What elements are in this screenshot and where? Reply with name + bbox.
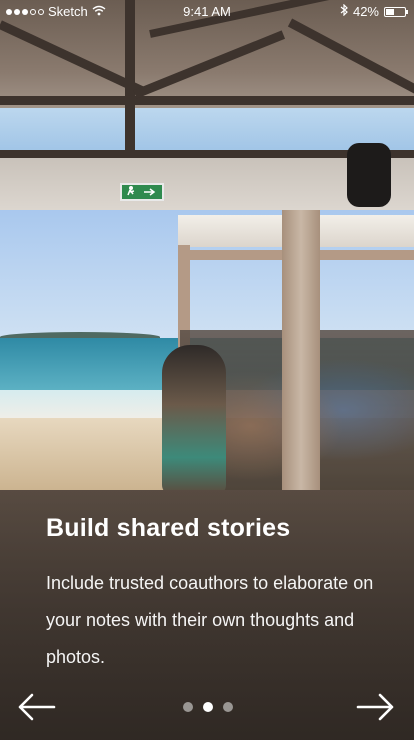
battery-percent: 42% <box>352 4 379 19</box>
arrow-right-icon <box>356 693 394 721</box>
page-dot[interactable] <box>183 702 193 712</box>
arrow-left-icon <box>18 693 56 721</box>
onboarding-title: Build shared stories <box>46 514 291 542</box>
roof-beam <box>0 96 414 105</box>
page-dot[interactable] <box>223 702 233 712</box>
status-bar: Sketch 9:41 AM 42% <box>0 0 414 22</box>
background-traveler <box>162 345 226 495</box>
page-dot[interactable] <box>203 702 213 712</box>
exit-sign-icon <box>120 183 164 201</box>
battery-icon <box>384 6 408 17</box>
next-button[interactable] <box>356 690 396 724</box>
onboarding-screen: Sketch 9:41 AM 42% Build shared stories … <box>0 0 414 740</box>
page-indicator[interactable] <box>178 702 238 714</box>
status-right: 42% <box>340 3 408 19</box>
onboarding-description: Include trusted coauthors to elaborate o… <box>46 573 374 667</box>
previous-button[interactable] <box>16 690 56 724</box>
background-post <box>282 210 320 500</box>
speaker-image <box>347 143 391 207</box>
bluetooth-icon <box>340 3 348 19</box>
